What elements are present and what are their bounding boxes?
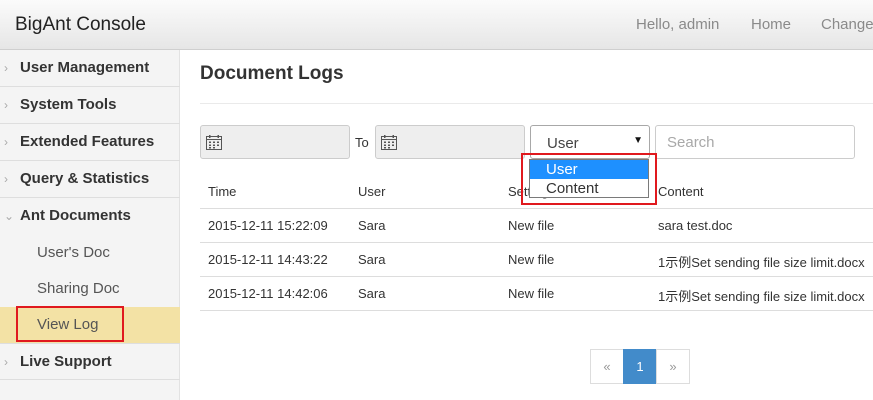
calendar-icon (206, 135, 222, 150)
cell-user: Sara (358, 286, 386, 301)
cell-setting: New file (508, 286, 555, 301)
greeting-link[interactable]: Hello, admin (636, 16, 719, 33)
cell-time: 2015-12-11 14:43:22 (208, 252, 328, 267)
top-navbar: BigAnt Console Hello, admin Home Change (0, 0, 873, 50)
chevron-right-icon: › (4, 135, 8, 149)
cell-time: 2015-12-11 15:22:09 (208, 218, 328, 233)
column-header-time: Time (208, 184, 237, 199)
sidebar: › User Management › System Tools › Exten… (0, 50, 180, 400)
row-divider (200, 276, 873, 277)
sidebar-item-label: Ant Documents (20, 207, 131, 224)
chevron-right-icon: › (4, 61, 8, 75)
to-label: To (355, 135, 369, 150)
chevron-right-icon: › (4, 172, 8, 186)
app-title[interactable]: BigAnt Console (15, 14, 146, 36)
end-date-input[interactable] (375, 125, 525, 159)
sidebar-item-system-tools[interactable]: › System Tools (0, 87, 180, 124)
column-header-content: Content (658, 184, 704, 199)
sidebar-subitem-sharing-doc[interactable]: Sharing Doc (0, 271, 180, 307)
chevron-right-icon: › (4, 98, 8, 112)
sidebar-subitem-label: User's Doc (37, 244, 110, 261)
start-date-input[interactable] (200, 125, 350, 159)
sidebar-item-label: Query & Statistics (20, 170, 150, 187)
table-header-divider (200, 208, 873, 209)
cell-content: 1示例Set sending file size limit.docx (658, 289, 865, 304)
change-link[interactable]: Change (821, 16, 873, 33)
home-link[interactable]: Home (751, 16, 791, 33)
sidebar-item-label: User Management (20, 59, 150, 76)
sidebar-item-label: Extended Features (20, 133, 155, 150)
cell-setting: New file (508, 252, 555, 267)
sidebar-subitem-label: Sharing Doc (37, 280, 120, 297)
divider (200, 103, 873, 104)
pagination-prev-button[interactable]: « (590, 349, 624, 384)
cell-user: Sara (358, 218, 386, 233)
search-input[interactable] (655, 125, 855, 159)
sidebar-item-label: Live Support (20, 353, 112, 370)
view-log-highlight-box (16, 306, 124, 342)
sidebar-item-live-support[interactable]: › Live Support (0, 343, 180, 380)
calendar-icon (381, 135, 397, 150)
caret-down-icon: ▼ (633, 135, 643, 146)
sidebar-subitem-users-doc[interactable]: User's Doc (0, 235, 180, 271)
cell-content: sara test.doc (658, 218, 733, 233)
pagination-next-button[interactable]: » (656, 349, 690, 384)
dropdown-highlight-box (521, 153, 657, 205)
cell-time: 2015-12-11 14:42:06 (208, 286, 328, 301)
chevron-right-icon: › (4, 355, 8, 369)
sidebar-item-extended-features[interactable]: › Extended Features (0, 124, 180, 161)
page-title: Document Logs (200, 63, 344, 84)
column-header-user: User (358, 184, 386, 199)
chevron-down-icon: ⌄ (4, 209, 15, 223)
sidebar-item-user-management[interactable]: › User Management (0, 50, 180, 87)
cell-user: Sara (358, 252, 386, 267)
sidebar-item-query-statistics[interactable]: › Query & Statistics (0, 161, 180, 198)
cell-content: 1示例Set sending file size limit.docx (658, 255, 865, 270)
row-divider (200, 242, 873, 243)
select-value: User (547, 135, 579, 152)
cell-setting: New file (508, 218, 555, 233)
sidebar-item-label: System Tools (20, 96, 117, 113)
row-divider (200, 310, 873, 311)
pagination-page-1[interactable]: 1 (623, 349, 657, 384)
sidebar-item-ant-documents[interactable]: ⌄ Ant Documents (0, 198, 180, 235)
